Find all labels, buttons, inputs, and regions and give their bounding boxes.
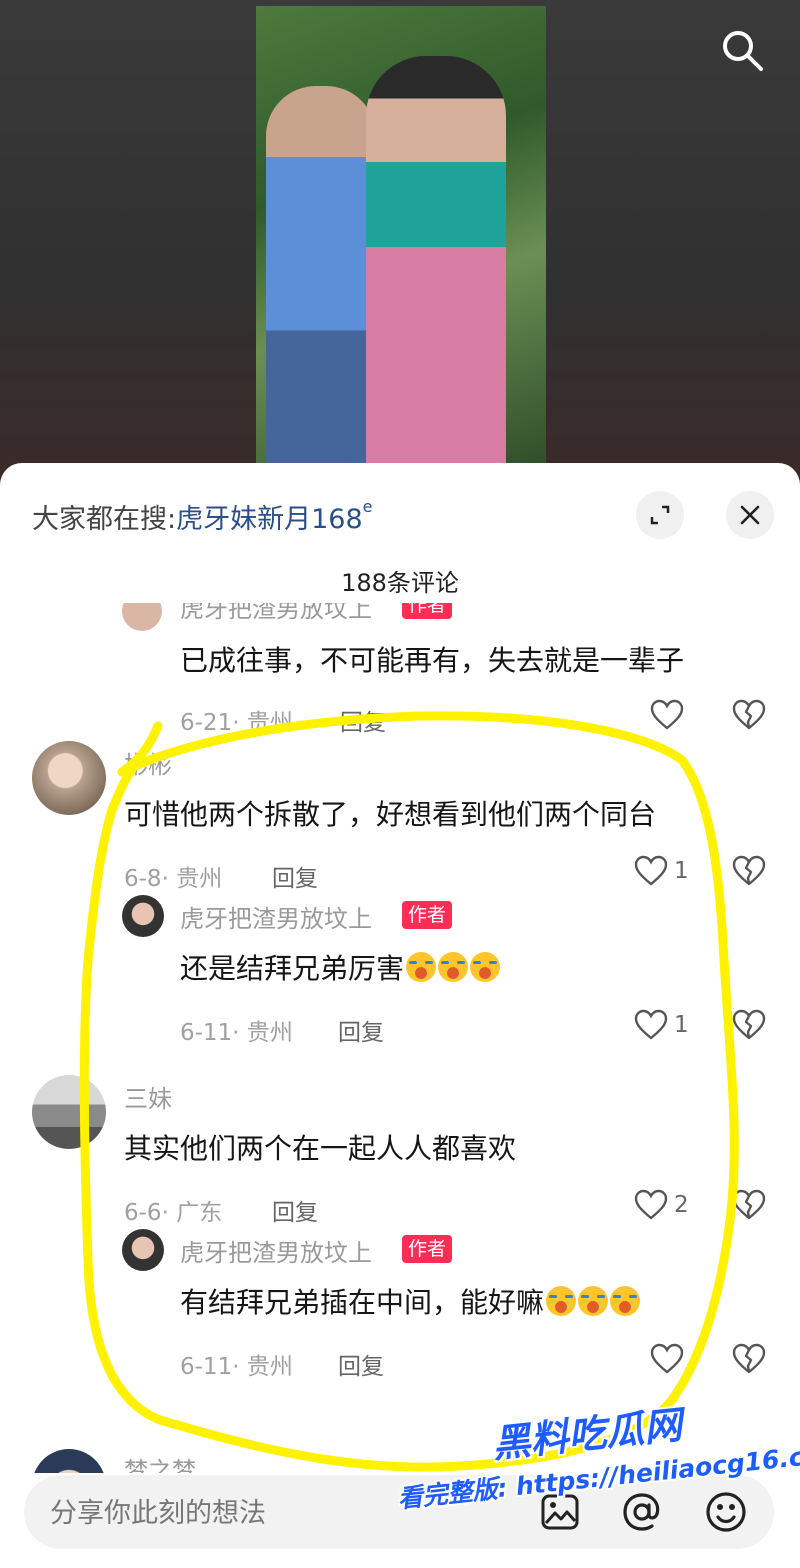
reply-button[interactable]: 回复 xyxy=(338,1347,384,1381)
broken-heart-icon xyxy=(732,1343,766,1374)
comment-meta: 6-11· 贵州 xyxy=(180,1020,293,1046)
comment-meta: 6-11· 贵州 xyxy=(180,1354,293,1380)
broken-heart-icon xyxy=(732,855,766,886)
close-button[interactable] xyxy=(726,491,774,539)
author-badge: 作者 xyxy=(402,901,453,929)
comment-username[interactable]: 彬彬 xyxy=(124,745,172,780)
comment-date: 6-6 xyxy=(124,1200,162,1226)
reply-button[interactable]: 回复 xyxy=(272,859,318,893)
comment-location: 贵州 xyxy=(246,1020,293,1046)
like-count: 1 xyxy=(674,1012,689,1038)
comment-date: 6-11 xyxy=(180,1354,233,1380)
author-badge: 作者 xyxy=(402,1235,453,1263)
comment-text: 其实他们两个在一起人人都喜欢 xyxy=(124,1132,517,1165)
laughing-crying-emoji xyxy=(438,952,469,982)
comment-meta: 6-21· 贵州 xyxy=(180,710,293,736)
like-button[interactable]: 1 xyxy=(634,855,689,887)
reply-button[interactable]: 回复 xyxy=(338,1013,384,1047)
comment-text: 已成往事，不可能再有，失去就是一辈子 xyxy=(180,644,685,677)
hot-search-keyword[interactable]: 虎牙妹新月168 xyxy=(176,504,363,535)
video-person-woman xyxy=(266,86,376,480)
avatar[interactable] xyxy=(122,895,164,937)
hot-search-prefix: 大家都在搜: xyxy=(32,504,177,535)
laughing-crying-emoji xyxy=(546,1286,577,1316)
close-icon xyxy=(740,505,760,525)
comment-count: 188条评论 xyxy=(341,569,459,597)
avatar[interactable] xyxy=(122,603,162,631)
comment-username[interactable]: 梦之梦 xyxy=(124,1451,196,1473)
comment-username[interactable]: 虎牙把渣男放坟上 xyxy=(180,603,372,624)
comment-username[interactable]: 虎牙把渣男放坟上 xyxy=(180,1233,372,1268)
comment-date: 6-11 xyxy=(180,1020,233,1046)
comment-text: 有结拜兄弟插在中间，能好嘛 xyxy=(180,1281,641,1321)
heart-icon xyxy=(650,699,684,730)
comment-text-content: 有结拜兄弟插在中间，能好嘛 xyxy=(180,1286,545,1319)
comment-location: 贵州 xyxy=(246,710,293,736)
like-button[interactable] xyxy=(650,1343,684,1375)
comment-date: 6-8 xyxy=(124,866,162,892)
avatar[interactable] xyxy=(32,1449,106,1473)
like-button[interactable]: 1 xyxy=(634,1009,689,1041)
avatar[interactable] xyxy=(122,1229,164,1271)
comment-text-content: 还是结拜兄弟厉害 xyxy=(180,952,405,985)
expand-icon xyxy=(650,505,670,525)
comment-meta: 6-8· 贵州 xyxy=(124,866,223,892)
search-icon[interactable] xyxy=(718,26,766,74)
laughing-crying-emoji xyxy=(470,952,501,982)
dislike-button[interactable] xyxy=(732,699,766,735)
comment-date: 6-21 xyxy=(180,710,233,736)
like-button[interactable] xyxy=(650,699,684,731)
laughing-crying-emoji xyxy=(406,952,437,982)
heart-icon xyxy=(634,1189,668,1220)
like-count: 1 xyxy=(674,858,689,884)
like-button[interactable]: 2 xyxy=(634,1189,689,1221)
reply-button[interactable]: 回复 xyxy=(340,703,386,737)
laughing-crying-emoji xyxy=(578,1286,609,1316)
like-count: 2 xyxy=(674,1192,689,1218)
heart-icon xyxy=(634,1009,668,1040)
hot-search-bar[interactable]: 大家都在搜:虎牙妹新月168𝖾 xyxy=(32,497,373,536)
video-thumbnail[interactable] xyxy=(256,6,546,480)
heart-icon xyxy=(634,855,668,886)
broken-heart-icon xyxy=(732,699,766,730)
broken-heart-icon xyxy=(732,1189,766,1220)
video-background xyxy=(0,0,800,480)
comment-location: 广东 xyxy=(176,1200,223,1226)
video-person-man xyxy=(366,56,506,480)
comment-username[interactable]: 虎牙把渣男放坟上 xyxy=(180,899,372,934)
dislike-button[interactable] xyxy=(732,855,766,891)
heart-icon xyxy=(650,1343,684,1374)
dislike-button[interactable] xyxy=(732,1009,766,1045)
expand-button[interactable] xyxy=(636,491,684,539)
comment-list[interactable]: 虎牙把渣男放坟上 作者 已成往事，不可能再有，失去就是一辈子 6-21· 贵州 … xyxy=(0,603,800,1473)
dislike-button[interactable] xyxy=(732,1343,766,1379)
comment-meta: 6-6· 广东 xyxy=(124,1200,223,1226)
reply-button[interactable]: 回复 xyxy=(272,1193,318,1227)
comment-text: 还是结拜兄弟厉害 xyxy=(180,947,501,987)
laughing-crying-emoji xyxy=(610,1286,641,1316)
author-badge: 作者 xyxy=(402,603,453,619)
avatar[interactable] xyxy=(32,741,106,815)
comment-username[interactable]: 三妹 xyxy=(124,1079,172,1114)
comment-text: 可惜他两个拆散了，好想看到他们两个同台 xyxy=(124,798,657,831)
broken-heart-icon xyxy=(732,1009,766,1040)
dislike-button[interactable] xyxy=(732,1189,766,1225)
comment-location: 贵州 xyxy=(246,1354,293,1380)
comment-location: 贵州 xyxy=(176,866,223,892)
avatar[interactable] xyxy=(32,1075,106,1149)
small-search-icon: 𝖾 xyxy=(362,497,373,516)
